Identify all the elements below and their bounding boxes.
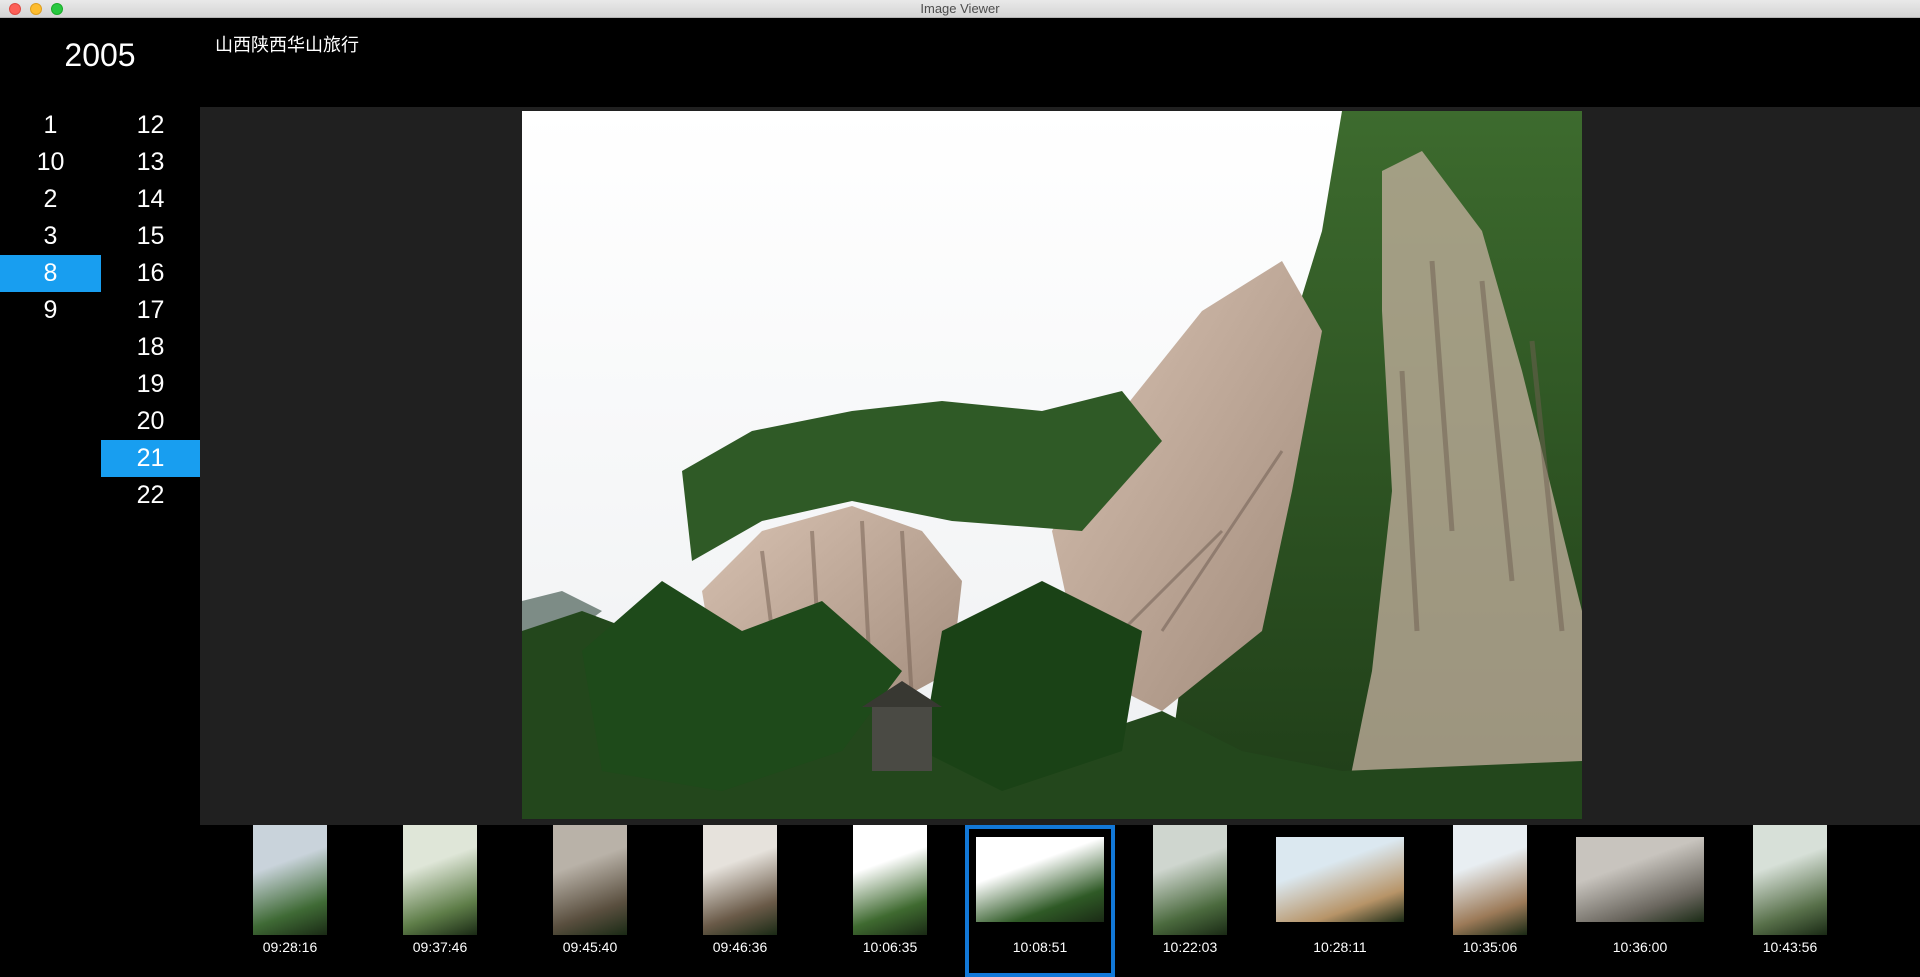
month-item-2[interactable]: 2: [0, 181, 101, 218]
window-titlebar: Image Viewer: [0, 0, 1920, 18]
filmstrip-thumbnail[interactable]: 10:08:51: [965, 825, 1115, 977]
thumbnail-timestamp: 10:06:35: [862, 939, 918, 955]
day-item-21[interactable]: 21: [101, 440, 200, 477]
filmstrip-thumbnail[interactable]: 10:36:00: [1565, 825, 1715, 977]
day-item-22[interactable]: 22: [101, 477, 200, 514]
thumbnail-image: [1753, 825, 1827, 935]
day-item-15[interactable]: 15: [101, 218, 200, 255]
thumbnail-image: [703, 825, 777, 935]
filmstrip-thumbnail[interactable]: 09:28:16: [215, 825, 365, 977]
thumbnail-image: [403, 825, 477, 935]
day-item-13[interactable]: 13: [101, 144, 200, 181]
mountain-photo-image: [522, 111, 1582, 819]
thumbnail-timestamp: 10:36:00: [1612, 939, 1668, 955]
filmstrip-thumbnail[interactable]: 10:43:56: [1715, 825, 1865, 977]
thumbnail-image: [1453, 825, 1527, 935]
month-item-8[interactable]: 8: [0, 255, 101, 292]
day-item-12[interactable]: 12: [101, 107, 200, 144]
filmstrip-thumbnail[interactable]: 10:22:03: [1115, 825, 1265, 977]
day-list: 12 13 14 15 16 17 18 19 20 21 22: [101, 107, 200, 514]
thumbnail-image: [1576, 837, 1704, 922]
thumbnail-image: [553, 825, 627, 935]
filmstrip-thumbnail[interactable]: 09:45:40: [515, 825, 665, 977]
filmstrip-thumbnail[interactable]: 10:35:06: [1415, 825, 1565, 977]
app-body: 2005 山西陕西华山旅行 1 10 2 3 8 9 12 13 14 15 16 17 18 19 20…: [0, 19, 1920, 977]
thumbnail-filmstrip: 09:28:16 09:37:46 09:45:40 09:46:36 10:06:35…: [200, 825, 1920, 977]
day-item-14[interactable]: 14: [101, 181, 200, 218]
thumbnail-timestamp: 09:28:16: [262, 939, 318, 955]
thumbnail-timestamp: 10:43:56: [1762, 939, 1818, 955]
month-list: 1 10 2 3 8 9: [0, 107, 101, 329]
year-label[interactable]: 2005: [0, 37, 200, 74]
thumbnail-timestamp: 10:28:11: [1313, 939, 1367, 955]
thumbnail-timestamp: 09:45:40: [562, 939, 618, 955]
month-item-3[interactable]: 3: [0, 218, 101, 255]
thumbnail-timestamp: 10:08:51: [1012, 939, 1068, 955]
day-item-20[interactable]: 20: [101, 403, 200, 440]
month-item-1[interactable]: 1: [0, 107, 101, 144]
photo-viewer: [200, 107, 1920, 825]
main-photo[interactable]: [522, 111, 1582, 819]
thumbnail-image: [976, 837, 1104, 922]
thumbnail-image: [1153, 825, 1227, 935]
month-item-9[interactable]: 9: [0, 292, 101, 329]
thumbnail-image: [853, 825, 927, 935]
day-item-16[interactable]: 16: [101, 255, 200, 292]
thumbnail-timestamp: 10:35:06: [1462, 939, 1518, 955]
day-item-18[interactable]: 18: [101, 329, 200, 366]
month-item-10[interactable]: 10: [0, 144, 101, 181]
thumbnail-timestamp: 10:22:03: [1162, 939, 1218, 955]
thumbnail-timestamp: 09:37:46: [412, 939, 468, 955]
filmstrip-thumbnail[interactable]: 10:28:11: [1265, 825, 1415, 977]
day-item-17[interactable]: 17: [101, 292, 200, 329]
filmstrip-thumbnail[interactable]: 09:37:46: [365, 825, 515, 977]
thumbnail-image: [1276, 837, 1404, 922]
day-item-19[interactable]: 19: [101, 366, 200, 403]
window-title: Image Viewer: [920, 1, 1000, 16]
filmstrip-thumbnail[interactable]: 10:06:35: [815, 825, 965, 977]
filmstrip-thumbnail[interactable]: 09:46:36: [665, 825, 815, 977]
album-title: 山西陕西华山旅行: [215, 35, 359, 55]
thumbnail-image: [253, 825, 327, 935]
thumbnail-timestamp: 09:46:36: [712, 939, 768, 955]
